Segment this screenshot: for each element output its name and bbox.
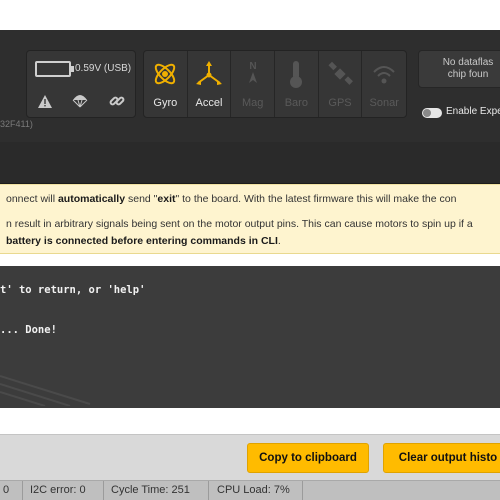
status-i2c-error: I2C error: 0 <box>30 484 86 496</box>
battery-icon <box>35 61 74 77</box>
top-blank-area <box>0 0 500 30</box>
sensor-label-gps: GPS <box>328 97 352 109</box>
sensor-baro: Baro <box>275 51 319 117</box>
gps-icon <box>319 59 362 89</box>
expert-mode-label: Enable Expe <box>446 106 500 117</box>
sensor-mag: N Mag <box>231 51 276 117</box>
sensor-label-accel: Accel <box>195 97 223 109</box>
sensor-accel: Accel <box>188 51 232 117</box>
svg-text:N: N <box>249 61 256 72</box>
header-subbar <box>0 142 500 184</box>
notice-line-3: battery is connected before entering com… <box>6 235 281 247</box>
sensor-gps: GPS <box>319 51 363 117</box>
clear-output-history-button[interactable]: Clear output histo <box>383 443 500 473</box>
sensor-label-baro: Baro <box>284 97 308 109</box>
sensor-label-mag: Mag <box>241 97 264 109</box>
sensor-gyro: Gyro <box>144 51 188 117</box>
sonar-icon <box>362 59 406 89</box>
cli-warning-notice: onnect will automatically send "exit" to… <box>0 184 500 254</box>
gyro-icon <box>144 59 187 89</box>
background-decoration <box>0 375 91 406</box>
cli-input-area[interactable] <box>0 408 500 434</box>
accel-icon <box>188 59 231 89</box>
status-divider <box>208 481 209 500</box>
dataflash-status: No dataflas chip foun <box>418 50 500 88</box>
expert-mode-toggle[interactable] <box>422 108 442 118</box>
status-divider <box>103 481 104 500</box>
warning-icon <box>35 91 55 111</box>
cli-output-line: t' to return, or 'help' <box>0 284 146 296</box>
status-divider <box>22 481 23 500</box>
copy-to-clipboard-button[interactable]: Copy to clipboard <box>247 443 369 473</box>
status-packet-error: 0 <box>3 484 10 496</box>
sensor-sonar: Sonar <box>362 51 406 117</box>
cli-output-line: ... Done! <box>0 324 57 336</box>
status-cpu-load: CPU Load: 7% <box>217 484 290 496</box>
dataflash-line1: No dataflas <box>442 57 494 68</box>
battery-voltage: 0.59V (USB) <box>75 63 132 74</box>
notice-line-1: onnect will automatically send "exit" to… <box>6 193 457 205</box>
notice-line-2: n result in arbitrary signals being sent… <box>6 218 473 230</box>
baro-icon <box>275 59 318 89</box>
status-bar: 0 I2C error: 0 Cycle Time: 251 CPU Load:… <box>0 480 500 500</box>
sensor-status-group: Gyro Accel N Mag Baro GPS Sonar <box>143 50 407 118</box>
parachute-icon <box>70 91 90 111</box>
board-id: 32F411) <box>0 119 33 129</box>
link-icon <box>107 91 127 111</box>
sensor-label-gyro: Gyro <box>153 97 178 109</box>
status-cycle-time: Cycle Time: 251 <box>111 484 190 496</box>
status-divider <box>302 481 303 500</box>
status-group: 0.59V (USB) <box>26 50 136 118</box>
dataflash-line2: chip foun <box>447 69 489 80</box>
cli-output[interactable]: t' to return, or 'help' ... Done! <box>0 266 500 408</box>
mag-icon: N <box>231 59 274 89</box>
sensor-label-sonar: Sonar <box>369 97 399 109</box>
